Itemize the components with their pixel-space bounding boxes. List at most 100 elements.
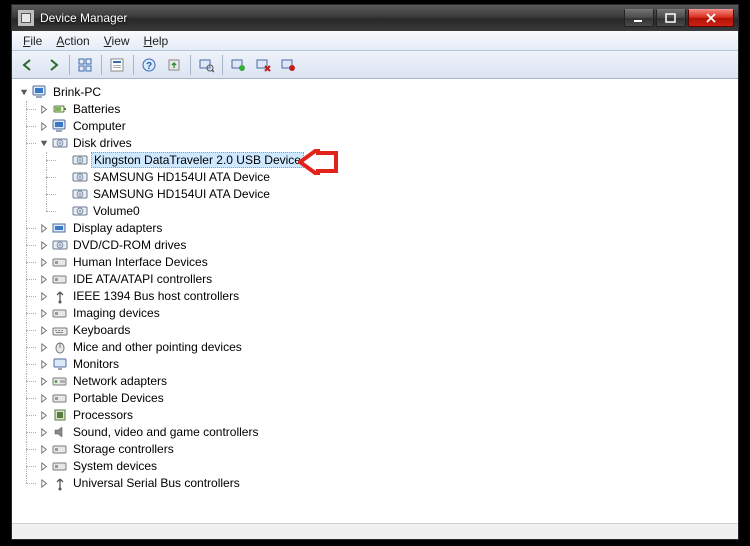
category-node[interactable]: Monitors [38, 356, 738, 372]
tree-root-node[interactable]: Brink-PC [18, 84, 738, 100]
category-node[interactable]: Network adapters [38, 373, 738, 389]
device-node[interactable]: Volume0 [58, 203, 738, 219]
expand-icon[interactable] [38, 477, 50, 489]
node-label[interactable]: Keyboards [71, 323, 132, 337]
node-label[interactable]: Universal Serial Bus controllers [71, 476, 242, 490]
collapse-icon[interactable] [18, 86, 30, 98]
device-node[interactable]: Kingston DataTraveler 2.0 USB Device [58, 152, 738, 168]
forward-button[interactable] [41, 54, 65, 76]
expand-icon[interactable] [38, 460, 50, 472]
expand-icon[interactable] [38, 409, 50, 421]
separator [69, 55, 70, 75]
node-label[interactable]: Network adapters [71, 374, 169, 388]
node-label[interactable]: Batteries [71, 102, 122, 116]
enable-device-button[interactable] [226, 54, 250, 76]
minimize-button[interactable] [624, 9, 654, 27]
processors-icon [52, 407, 68, 423]
category-node[interactable]: Imaging devices [38, 305, 738, 321]
expand-icon[interactable] [38, 273, 50, 285]
device-node[interactable]: SAMSUNG HD154UI ATA Device [58, 169, 738, 185]
node-label[interactable]: IEEE 1394 Bus host controllers [71, 289, 241, 303]
expand-icon[interactable] [38, 324, 50, 336]
back-button[interactable] [16, 54, 40, 76]
node-label[interactable]: Brink-PC [51, 85, 103, 99]
app-icon [18, 10, 34, 26]
ide-ata-atapi-controllers-icon [52, 271, 68, 287]
computer-icon [32, 84, 48, 100]
node-label[interactable]: Monitors [71, 357, 121, 371]
category-node[interactable]: Batteries [38, 101, 738, 117]
expand-icon[interactable] [38, 443, 50, 455]
device-tree[interactable]: Brink-PC Batteries Computer Disk drives King… [12, 79, 738, 523]
node-label[interactable]: Kingston DataTraveler 2.0 USB Device [91, 152, 304, 168]
window-buttons [624, 9, 734, 27]
titlebar[interactable]: Device Manager [12, 5, 738, 31]
expand-icon[interactable] [38, 341, 50, 353]
category-node[interactable]: Computer [38, 118, 738, 134]
category-node[interactable]: Processors [38, 407, 738, 423]
node-label[interactable]: SAMSUNG HD154UI ATA Device [91, 187, 272, 201]
expand-icon[interactable] [38, 120, 50, 132]
expand-icon[interactable] [38, 307, 50, 319]
window-title: Device Manager [40, 11, 624, 25]
node-label[interactable]: Imaging devices [71, 306, 162, 320]
expand-icon[interactable] [38, 426, 50, 438]
separator [133, 55, 134, 75]
node-label[interactable]: Volume0 [91, 204, 142, 218]
expand-icon[interactable] [38, 239, 50, 251]
category-node[interactable]: Sound, video and game controllers [38, 424, 738, 440]
node-label[interactable]: Display adapters [71, 221, 164, 235]
properties-button[interactable] [105, 54, 129, 76]
expand-icon[interactable] [38, 222, 50, 234]
node-label[interactable]: IDE ATA/ATAPI controllers [71, 272, 214, 286]
menu-action[interactable]: Action [49, 31, 96, 50]
device-node[interactable]: SAMSUNG HD154UI ATA Device [58, 186, 738, 202]
menu-file[interactable]: File [16, 31, 49, 50]
statusbar [12, 523, 738, 539]
category-node[interactable]: Mice and other pointing devices [38, 339, 738, 355]
expand-icon[interactable] [38, 256, 50, 268]
category-node[interactable]: System devices [38, 458, 738, 474]
separator [222, 55, 223, 75]
update-driver-button[interactable] [162, 54, 186, 76]
maximize-button[interactable] [656, 9, 686, 27]
node-label[interactable]: DVD/CD-ROM drives [71, 238, 188, 252]
display-adapters-icon [52, 220, 68, 236]
node-label[interactable]: SAMSUNG HD154UI ATA Device [91, 170, 272, 184]
category-node[interactable]: Display adapters [38, 220, 738, 236]
menu-help[interactable]: Help [137, 31, 176, 50]
node-label[interactable]: Processors [71, 408, 135, 422]
node-label[interactable]: Sound, video and game controllers [71, 425, 260, 439]
category-node[interactable]: Portable Devices [38, 390, 738, 406]
node-label[interactable]: Mice and other pointing devices [71, 340, 244, 354]
expand-icon[interactable] [38, 103, 50, 115]
node-label[interactable]: Portable Devices [71, 391, 166, 405]
help-button[interactable] [137, 54, 161, 76]
mice-and-other-pointing-devices-icon [52, 339, 68, 355]
menu-view[interactable]: View [97, 31, 137, 50]
category-node[interactable]: IEEE 1394 Bus host controllers [38, 288, 738, 304]
node-label[interactable]: Disk drives [71, 136, 134, 150]
expand-icon[interactable] [38, 358, 50, 370]
category-node[interactable]: Human Interface Devices [38, 254, 738, 270]
scan-hardware-button[interactable] [194, 54, 218, 76]
expand-icon[interactable] [38, 290, 50, 302]
disable-device-button[interactable] [276, 54, 300, 76]
expand-icon[interactable] [38, 375, 50, 387]
node-label[interactable]: Computer [71, 119, 128, 133]
category-node[interactable]: Storage controllers [38, 441, 738, 457]
collapse-icon[interactable] [38, 137, 50, 149]
expand-icon[interactable] [38, 392, 50, 404]
close-button[interactable] [688, 9, 734, 27]
node-label[interactable]: Storage controllers [71, 442, 176, 456]
node-label[interactable]: System devices [71, 459, 159, 473]
node-label[interactable]: Human Interface Devices [71, 255, 210, 269]
uninstall-button[interactable] [251, 54, 275, 76]
category-node[interactable]: Universal Serial Bus controllers [38, 475, 738, 491]
show-hidden-button[interactable] [73, 54, 97, 76]
network-adapters-icon [52, 373, 68, 389]
category-node[interactable]: DVD/CD-ROM drives [38, 237, 738, 253]
category-node[interactable]: IDE ATA/ATAPI controllers [38, 271, 738, 287]
category-node[interactable]: Disk drives [38, 135, 738, 151]
category-node[interactable]: Keyboards [38, 322, 738, 338]
